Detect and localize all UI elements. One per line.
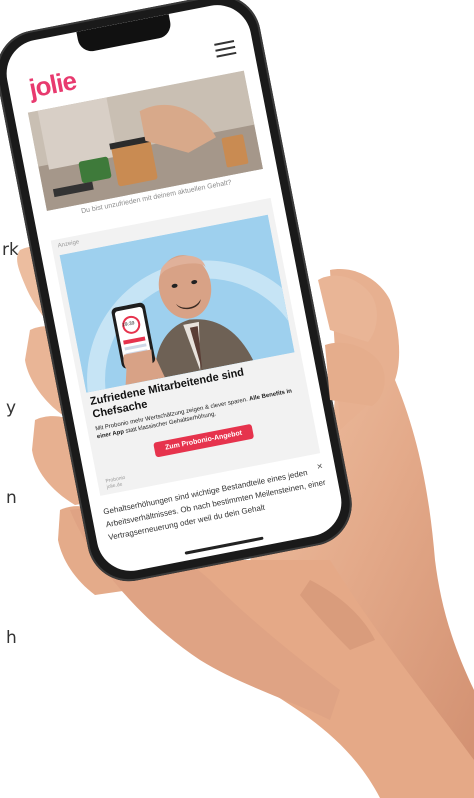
jolie-logo[interactable]: jolie bbox=[26, 65, 78, 104]
menu-icon[interactable] bbox=[214, 40, 237, 60]
ad-cta-button[interactable]: Zum Probonio-Angebot bbox=[153, 423, 255, 458]
advertisement[interactable]: Anzeige 19:39 Zufriedene Mitarbeitende s… bbox=[50, 197, 321, 496]
ad-label: Anzeige bbox=[57, 239, 80, 250]
ad-footer: Probonio jolie.de bbox=[105, 475, 127, 491]
